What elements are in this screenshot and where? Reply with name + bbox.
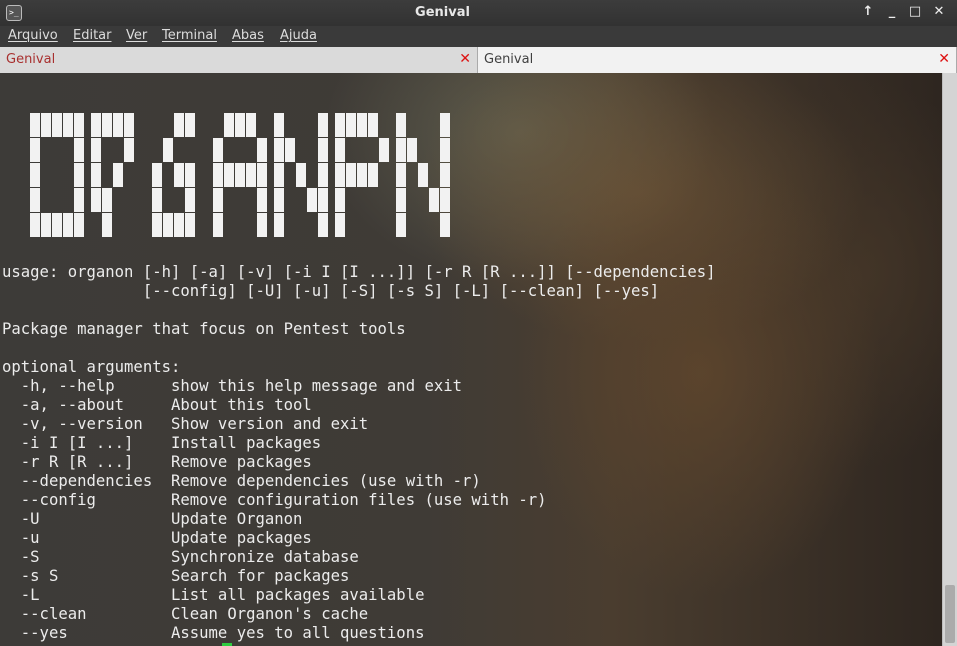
menu-ajuda[interactable]: Ajuda	[280, 28, 317, 43]
close-icon[interactable]: ✕	[930, 3, 948, 21]
terminal-scrollbar[interactable]	[942, 73, 957, 646]
window-title: Genival	[415, 5, 470, 20]
tab-genival-2[interactable]: Genival ✕	[478, 47, 957, 73]
window-titlebar[interactable]: >_ Genival ↑ _ □ ✕	[0, 0, 957, 26]
terminal-output: usage: organon [-h] [-a] [-v] [-i I [I .…	[2, 263, 716, 642]
tab-bar: Genival ✕ Genival ✕	[0, 47, 957, 73]
minimize-icon[interactable]: _	[883, 3, 901, 21]
ascii-banner-organon	[30, 113, 460, 238]
menu-bar: Arquivo Editar Ver Terminal Abas Ajuda	[0, 26, 957, 47]
maximize-icon[interactable]: □	[906, 3, 924, 21]
menu-editar[interactable]: Editar	[73, 28, 112, 43]
menu-terminal[interactable]: Terminal	[162, 28, 217, 43]
tab-label: Genival	[6, 52, 56, 67]
scrollbar-thumb[interactable]	[945, 585, 955, 643]
keep-above-icon[interactable]: ↑	[859, 3, 877, 21]
tab-genival-1[interactable]: Genival ✕	[0, 47, 478, 73]
menu-ver[interactable]: Ver	[126, 28, 147, 43]
tab-label: Genival	[484, 52, 534, 67]
terminal-view[interactable]: usage: organon [-h] [-a] [-v] [-i I [I .…	[0, 73, 942, 646]
close-tab-icon[interactable]: ✕	[938, 51, 950, 67]
menu-arquivo[interactable]: Arquivo	[8, 28, 58, 43]
menu-abas[interactable]: Abas	[232, 28, 264, 43]
close-tab-icon[interactable]: ✕	[459, 51, 471, 67]
